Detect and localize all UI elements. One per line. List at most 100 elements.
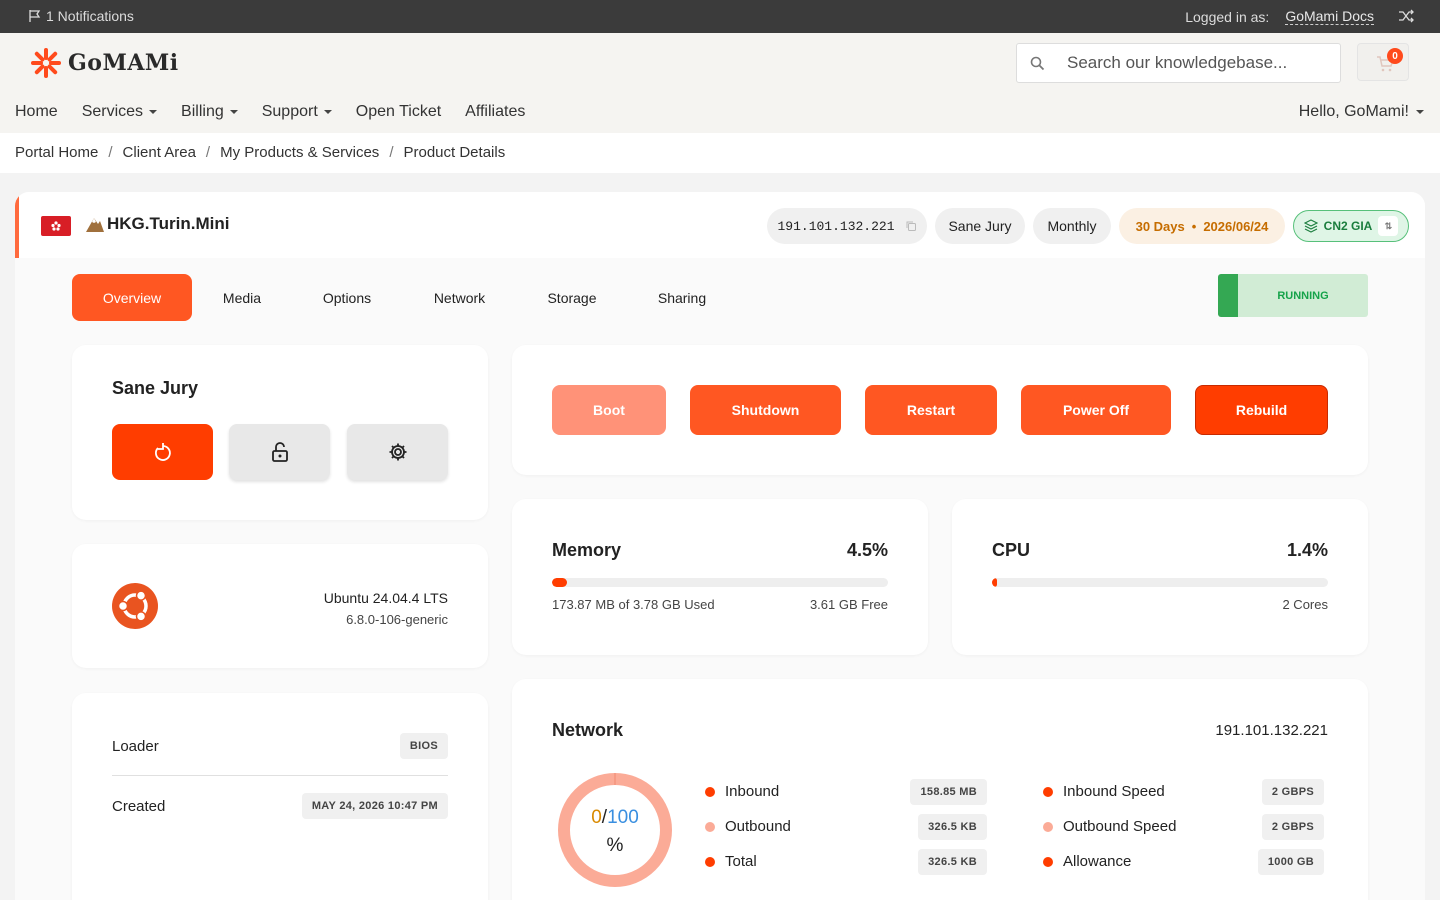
inbound-speed-value: 2 GBPS: [1261, 778, 1324, 805]
bandwidth-gauge: [558, 773, 672, 887]
tab-overview[interactable]: Overview: [72, 274, 192, 321]
cart-button[interactable]: 0: [1357, 43, 1409, 81]
settings-button[interactable]: [347, 424, 448, 480]
network-title: Network: [552, 720, 624, 740]
logo[interactable]: GoMAMi: [30, 47, 179, 79]
outbound-label: Outbound: [725, 818, 791, 835]
nav-affiliates[interactable]: Affiliates: [465, 103, 525, 121]
network-ip: 191.101.132.221: [1215, 722, 1328, 739]
gauge-used: 0: [591, 807, 602, 828]
logged-in-info: Logged in as: GoMami Docs: [1185, 8, 1374, 25]
notifications-link[interactable]: 1 Notifications: [28, 8, 134, 24]
inbound-speed-dot: [1043, 786, 1053, 797]
logo-text: GoMAMi: [68, 50, 179, 76]
inbound-speed-label: Inbound Speed: [1063, 783, 1165, 800]
route-pill[interactable]: CN2 GIA ⇅: [1293, 210, 1409, 242]
os-info: Ubuntu 24.04.4 LTS 6.8.0-106-generic: [324, 588, 448, 630]
breadcrumb-client-area[interactable]: Client Area: [123, 144, 196, 161]
power-off-button[interactable]: Power Off: [1021, 385, 1171, 435]
shutdown-button[interactable]: Shutdown: [690, 385, 841, 435]
nav-services[interactable]: Services: [81, 103, 158, 121]
inbound-speed-row: Inbound Speed 2 GBPS: [1043, 778, 1324, 805]
status-badge: RUNNING: [1218, 274, 1368, 317]
os-card: Ubuntu 24.04.4 LTS 6.8.0-106-generic: [72, 544, 488, 668]
vm-name: Sane Jury: [112, 378, 199, 398]
nav-services-label: Services: [81, 103, 144, 120]
product-name: HKG.Turin.Mini: [85, 214, 229, 234]
total-label: Total: [725, 853, 757, 870]
network-card: Network 191.101.132.221 0/100 % Inbound …: [512, 679, 1368, 900]
breadcrumb-products-services[interactable]: My Products & Services: [220, 144, 379, 161]
outbound-value: 326.5 KB: [918, 813, 987, 840]
lock-button[interactable]: [229, 424, 330, 480]
main-nav: Home Services Billing Support Open Ticke…: [15, 103, 525, 121]
switch-account-icon[interactable]: [1398, 9, 1414, 26]
gauge-unit: %: [606, 835, 624, 856]
reboot-button[interactable]: [112, 424, 213, 480]
allowance-value: 1000 GB: [1257, 848, 1324, 875]
outbound-row: Outbound 326.5 KB: [705, 813, 987, 840]
gauge-total: 100: [607, 807, 639, 828]
chevron-down-icon: [1416, 110, 1424, 114]
ip-address-pill[interactable]: 191.101.132.221: [767, 208, 927, 244]
outbound-speed-value: 2 GBPS: [1261, 813, 1324, 840]
cpu-progress-fill: [992, 578, 997, 587]
boot-button[interactable]: Boot: [552, 385, 666, 435]
top-bar: 1 Notifications Logged in as: GoMami Doc…: [0, 0, 1440, 33]
total-dot: [705, 856, 715, 867]
nav-open-ticket[interactable]: Open Ticket: [356, 103, 441, 121]
outbound-speed-dot: [1043, 821, 1053, 832]
unlock-icon: [271, 442, 288, 462]
outbound-speed-row: Outbound Speed 2 GBPS: [1043, 813, 1324, 840]
tab-media[interactable]: Media: [192, 274, 292, 321]
tab-sharing[interactable]: Sharing: [627, 274, 737, 321]
cpu-percent: 1.4%: [1286, 540, 1328, 560]
cart-count-badge: 0: [1387, 48, 1403, 64]
memory-percent: 4.5%: [846, 540, 888, 560]
inbound-row: Inbound 158.85 MB: [705, 778, 987, 805]
memory-used: 173.87 MB of 3.78 GB Used: [552, 597, 715, 612]
site-header: GoMAMi 0 Home Services Billing Support O…: [0, 33, 1440, 133]
os-name: Ubuntu 24.04.4 LTS: [323, 590, 448, 606]
tab-storage[interactable]: Storage: [517, 274, 627, 321]
chevron-down-icon: [323, 110, 332, 114]
tab-options[interactable]: Options: [292, 274, 402, 321]
product-name-label: HKG.Turin.Mini: [107, 214, 230, 233]
ubuntu-logo-icon: [112, 583, 158, 629]
billing-cycle: Monthly: [1047, 218, 1097, 234]
cpu-card: CPU 1.4% 2 Cores: [952, 499, 1368, 655]
cpu-progress-bar: [992, 578, 1328, 587]
chevron-down-icon: [229, 110, 238, 114]
layers-icon: [1303, 219, 1318, 233]
breadcrumb-bar: Portal Home / Client Area / My Products …: [0, 133, 1440, 173]
product-panel: HKG.Turin.Mini 191.101.132.221 Sane Jury…: [15, 192, 1425, 900]
nav-support[interactable]: Support: [262, 103, 332, 121]
vm-quick-actions-card: Sane Jury: [72, 345, 488, 520]
total-row: Total 326.5 KB: [705, 848, 987, 875]
nav-home-label: Home: [15, 103, 58, 120]
breadcrumb: Portal Home / Client Area / My Products …: [15, 144, 505, 161]
mountain-icon: [86, 218, 104, 232]
allowance-row: Allowance 1000 GB: [1043, 848, 1324, 875]
due-date: 2026/06/24: [1203, 218, 1269, 234]
memory-card: Memory 4.5% 173.87 MB of 3.78 GB Used 3.…: [512, 499, 928, 655]
created-row: Created MAY 24, 2026 10:47 PM: [112, 793, 448, 819]
nav-home[interactable]: Home: [15, 103, 58, 121]
nav-billing[interactable]: Billing: [181, 103, 238, 121]
outbound-dot: [705, 821, 715, 832]
copy-icon[interactable]: [905, 220, 917, 232]
user-menu[interactable]: Hello, GoMami!: [1299, 103, 1424, 121]
loader-row: Loader BIOS: [112, 733, 448, 759]
cpu-cores: 2 Cores: [1282, 597, 1328, 612]
account-link[interactable]: GoMami Docs: [1285, 8, 1374, 25]
swap-icon[interactable]: ⇅: [1378, 216, 1399, 236]
search-input[interactable]: [1067, 53, 1327, 73]
breadcrumb-separator: /: [389, 144, 394, 161]
rebuild-button[interactable]: Rebuild: [1195, 385, 1328, 435]
tab-network[interactable]: Network: [402, 274, 517, 321]
breadcrumb-portal-home[interactable]: Portal Home: [15, 144, 98, 161]
due-date-pill: 30 Days • 2026/06/24: [1119, 208, 1285, 244]
memory-free: 3.61 GB Free: [809, 597, 888, 612]
restart-button[interactable]: Restart: [865, 385, 997, 435]
ip-address: 191.101.132.221: [777, 218, 895, 234]
